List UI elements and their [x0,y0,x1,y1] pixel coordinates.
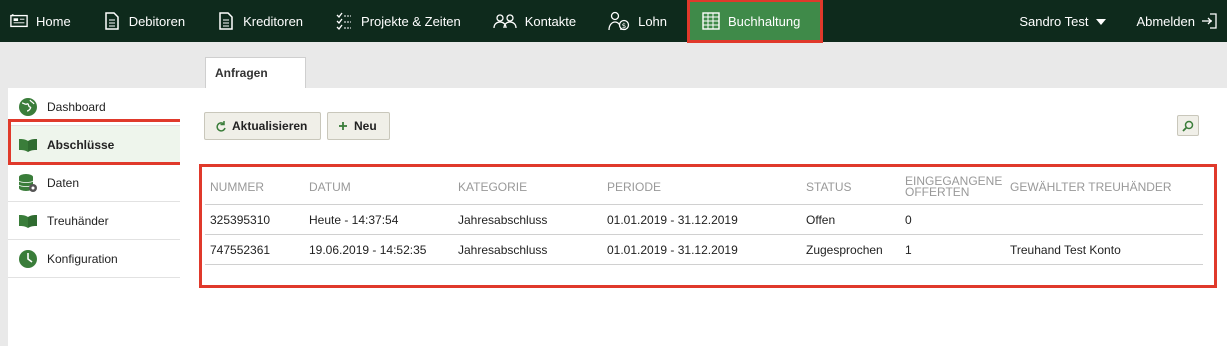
document-icon [103,12,121,30]
sidebar-item-label: Daten [47,175,80,190]
table-header: NUMMER DATUM KATEGORIE PERIODE STATUS EI… [205,170,1203,205]
book-icon [18,135,38,155]
nav-label-debitoren: Debitoren [128,13,186,29]
column-header-kategorie[interactable]: KATEGORIE [458,170,527,204]
table-row[interactable]: 325395310 Heute - 14:37:54 Jahresabschlu… [205,205,1203,235]
cell-datum: 19.06.2019 - 14:52:35 [309,242,427,257]
cell-nummer: 747552361 [210,242,271,257]
cell-treuhaender: Treuhand Test Konto [1010,242,1121,257]
refresh-button[interactable]: Aktualisieren [204,112,321,140]
nav-label-buchhaltung: Buchhaltung [728,13,801,29]
sidebar-item-daten[interactable]: Daten [8,164,180,202]
tab-bar: Anfragen [205,57,306,88]
column-header-datum[interactable]: DATUM [309,170,351,204]
logout-button[interactable]: Abmelden [1136,13,1217,29]
nav-item-kreditoren[interactable]: Kreditoren [207,0,317,42]
sidebar-item-label: Konfiguration [47,251,118,266]
payroll-icon: $ [608,11,630,31]
ledger-icon [702,12,720,30]
search-button[interactable] [1177,115,1199,136]
cell-periode: 01.01.2019 - 31.12.2019 [607,242,738,257]
people-icon [493,12,517,30]
nav-item-home[interactable]: Home [0,0,85,42]
nav-item-kontakte[interactable]: Kontakte [483,0,590,42]
book-icon [18,211,38,231]
sidebar-item-konfiguration[interactable]: Konfiguration [8,240,180,278]
tab-anfragen[interactable]: Anfragen [205,57,306,88]
cell-periode: 01.01.2019 - 31.12.2019 [607,212,738,227]
cell-status: Offen [806,212,836,227]
cell-status: Zugesprochen [806,242,883,257]
plus-icon [338,121,348,131]
chevron-down-icon [1096,19,1107,25]
cell-kategorie: Jahresabschluss [458,242,548,257]
column-header-status[interactable]: STATUS [806,170,852,204]
sidebar-item-abschluesse[interactable]: Abschlüsse [8,126,180,164]
checklist-icon [335,12,353,30]
nav-item-buchhaltung[interactable]: Buchhaltung [687,0,824,43]
nav-label-kreditoren: Kreditoren [243,13,304,29]
user-name: Sandro Test [1019,13,1089,29]
user-menu[interactable]: Sandro Test [1019,13,1107,29]
column-header-periode[interactable]: PERIODE [607,170,661,204]
logout-label: Abmelden [1136,13,1195,29]
logout-icon [1202,13,1217,29]
nav-item-projekte[interactable]: Projekte & Zeiten [325,0,475,42]
cell-kategorie: Jahresabschluss [458,212,548,227]
nav-label-kontakte: Kontakte [524,13,577,29]
nav-label-lohn: Lohn [638,13,668,29]
nav-item-debitoren[interactable]: Debitoren [93,0,199,42]
sidebar: Dashboard Abschlüsse Daten Treuhänder Ko… [8,88,181,346]
svg-text:$: $ [622,22,626,30]
new-label: Neu [354,119,377,133]
sidebar-item-label: Treuhänder [47,213,109,228]
nav-right: Sandro Test Abmelden [1019,13,1227,29]
database-icon [18,173,38,193]
home-icon [10,12,28,30]
table-row[interactable]: 747552361 19.06.2019 - 14:52:35 Jahresab… [205,235,1203,265]
sidebar-item-label: Dashboard [47,99,106,114]
search-icon [1182,120,1194,132]
column-header-nummer[interactable]: NUMMER [210,170,264,204]
cell-datum: Heute - 14:37:54 [309,212,399,227]
requests-table: NUMMER DATUM KATEGORIE PERIODE STATUS EI… [205,170,1203,265]
globe-icon [18,97,38,117]
document-icon [217,12,235,30]
sidebar-item-dashboard[interactable]: Dashboard [8,88,180,126]
new-button[interactable]: Neu [327,112,390,140]
cell-nummer: 325395310 [210,212,271,227]
refresh-icon [215,120,226,132]
top-navigation: Home Debitoren Kreditoren Projekte & Zei… [0,0,1227,43]
column-header-offerten[interactable]: EINGEGANGENE OFFERTEN [905,170,1002,204]
column-header-treuhaender[interactable]: GEWÄHLTER TREUHÄNDER [1010,170,1172,204]
sidebar-item-label: Abschlüsse [47,137,115,152]
nav-item-lohn[interactable]: $ Lohn [598,0,681,42]
nav-label-projekte: Projekte & Zeiten [361,13,461,29]
cell-offerten: 1 [905,242,912,257]
refresh-label: Aktualisieren [232,119,308,133]
nav-label-home: Home [36,13,71,29]
cell-offerten: 0 [905,212,912,227]
sidebar-item-treuhaender[interactable]: Treuhänder [8,202,180,240]
clock-icon [18,249,38,269]
